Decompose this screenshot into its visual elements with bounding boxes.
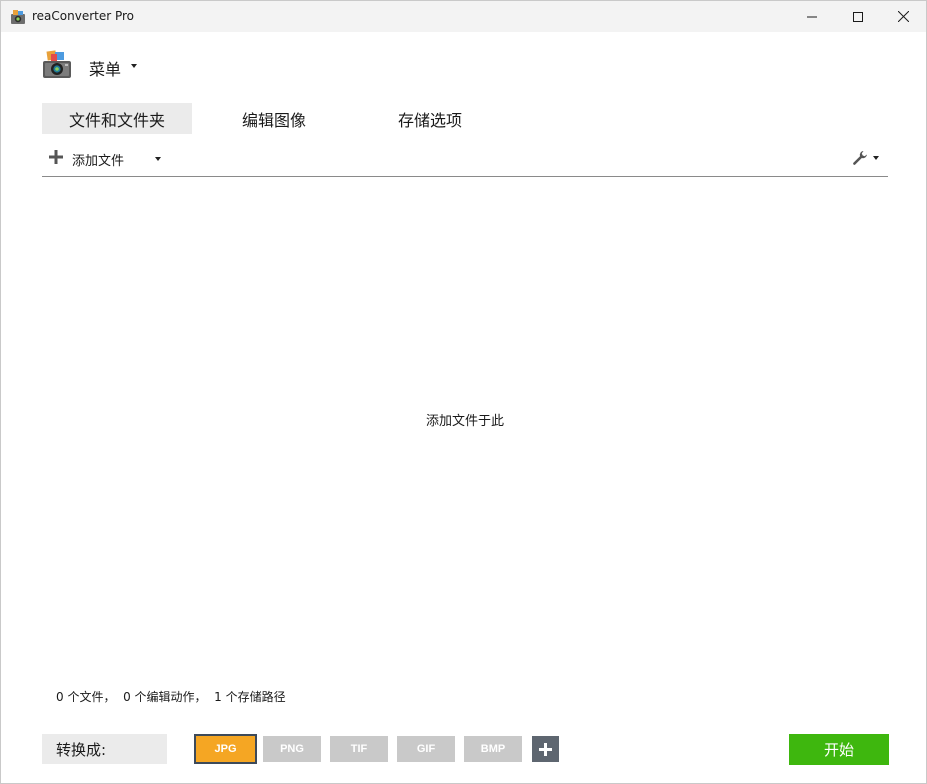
- format-jpg-button[interactable]: JPG: [194, 734, 257, 764]
- minimize-button[interactable]: [789, 1, 835, 32]
- maximize-button[interactable]: [835, 1, 881, 32]
- tab-files-and-folders[interactable]: 文件和文件夹: [42, 103, 192, 134]
- tab-edit-images[interactable]: 编辑图像: [199, 103, 349, 134]
- format-png-button[interactable]: PNG: [263, 736, 321, 762]
- format-bmp-button[interactable]: BMP: [464, 736, 522, 762]
- convert-to-label: 转换成:: [42, 734, 167, 764]
- minimize-icon: [807, 16, 817, 17]
- file-drop-area[interactable]: 添加文件于此: [42, 177, 888, 677]
- wrench-icon[interactable]: [852, 150, 868, 166]
- app-icon: [11, 10, 25, 24]
- plus-icon: [539, 742, 552, 756]
- format-tif-button[interactable]: TIF: [330, 736, 388, 762]
- app-window: reaConverter Pro 菜单 文件和文件夹 编辑图像 存储选项 添加文…: [0, 0, 927, 784]
- title-bar[interactable]: reaConverter Pro: [1, 1, 926, 32]
- status-summary: 0 个文件， 0 个编辑动作， 1 个存储路径: [56, 690, 286, 704]
- close-button[interactable]: [880, 1, 926, 32]
- plus-icon[interactable]: [49, 150, 63, 164]
- maximize-icon: [853, 11, 863, 22]
- format-gif-button[interactable]: GIF: [397, 736, 455, 762]
- chevron-down-icon[interactable]: [131, 64, 137, 68]
- drop-hint: 添加文件于此: [425, 414, 504, 429]
- main-menu-button[interactable]: 菜单: [89, 56, 121, 80]
- add-format-button[interactable]: [532, 736, 559, 762]
- settings-dropdown-icon[interactable]: [873, 156, 879, 160]
- add-files-dropdown-icon[interactable]: [155, 157, 161, 161]
- app-logo-icon[interactable]: [41, 49, 73, 81]
- window-title: reaConverter Pro: [32, 9, 135, 23]
- start-button[interactable]: 开始: [789, 734, 889, 765]
- tab-saving-options[interactable]: 存储选项: [355, 103, 505, 134]
- add-files-button[interactable]: 添加文件: [72, 150, 124, 169]
- close-icon: [897, 11, 909, 22]
